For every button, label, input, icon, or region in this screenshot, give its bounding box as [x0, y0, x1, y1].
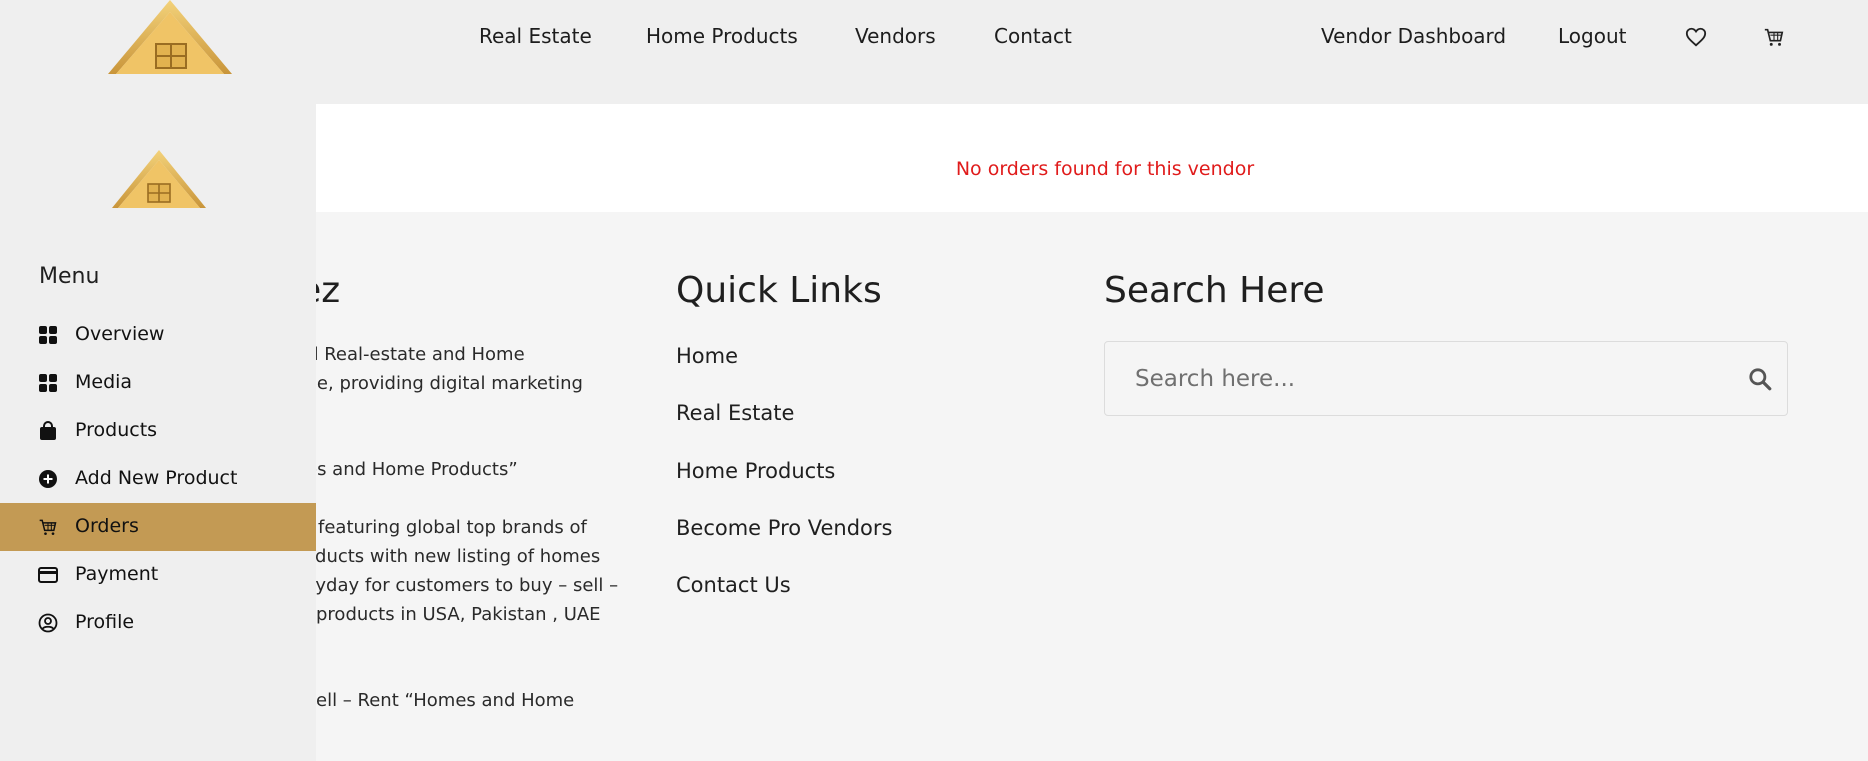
sidebar-item-add-new-product[interactable]: Add New Product: [0, 455, 316, 503]
footer-link-home-products[interactable]: Home Products: [676, 459, 835, 483]
grid-icon: [39, 374, 57, 392]
vendor-sidebar: Menu Overview Media Products Add New Pro…: [0, 104, 316, 761]
heart-icon[interactable]: [1685, 26, 1707, 48]
shopping-bag-icon: [40, 421, 56, 440]
sidebar-item-payment[interactable]: Payment: [0, 551, 316, 599]
nav-vendor-dashboard[interactable]: Vendor Dashboard: [1321, 24, 1506, 48]
sidebar-item-label: Media: [75, 371, 133, 393]
about-line: ryday for customers to buy – sell –: [308, 575, 619, 596]
cart-icon: [39, 519, 57, 535]
footer-link-real-estate[interactable]: Real Estate: [676, 401, 794, 425]
house-logo[interactable]: [104, 0, 236, 76]
about-line: featuring global top brands of: [318, 517, 587, 538]
sidebar-item-products[interactable]: Products: [0, 407, 316, 455]
menu-title: Menu: [39, 264, 100, 289]
nav-logout[interactable]: Logout: [1558, 24, 1626, 48]
nav-vendors[interactable]: Vendors: [855, 24, 936, 48]
about-line: ace, providing digital marketing: [296, 373, 583, 394]
search-icon[interactable]: [1747, 366, 1773, 392]
footer-link-become-pro-vendors[interactable]: Become Pro Vendors: [676, 516, 892, 540]
sidebar-item-label: Orders: [75, 515, 139, 537]
grid-icon: [39, 326, 57, 344]
about-line: ell – Rent “Homes and Home: [316, 690, 575, 711]
about-line: products in USA, Pakistan , UAE: [316, 604, 601, 625]
about-line: ed Real-estate and Home: [296, 344, 525, 365]
sidebar-item-overview[interactable]: Overview: [0, 311, 316, 359]
plus-circle-icon: [39, 470, 57, 488]
footer-link-contact-us[interactable]: Contact Us: [676, 573, 791, 597]
top-navbar: Real Estate Home Products Vendors Contac…: [0, 0, 1868, 104]
sidebar-item-orders[interactable]: Orders: [0, 503, 316, 551]
credit-card-icon: [38, 567, 58, 583]
nav-real-estate[interactable]: Real Estate: [479, 24, 592, 48]
cart-icon[interactable]: [1763, 26, 1785, 48]
footer-link-home[interactable]: Home: [676, 344, 738, 368]
sidebar-item-label: Add New Product: [75, 467, 238, 489]
search-box: [1104, 341, 1788, 416]
house-logo[interactable]: [110, 150, 208, 210]
nav-home-products[interactable]: Home Products: [646, 24, 798, 48]
about-line: oducts with new listing of homes: [304, 546, 601, 567]
nav-contact[interactable]: Contact: [994, 24, 1072, 48]
sidebar-item-media[interactable]: Media: [0, 359, 316, 407]
sidebar-item-label: Products: [75, 419, 158, 441]
user-circle-icon: [38, 613, 58, 633]
search-input[interactable]: [1105, 342, 1715, 415]
sidebar-item-label: Profile: [75, 611, 135, 633]
sidebar-item-profile[interactable]: Profile: [0, 599, 316, 647]
quick-links-heading: Quick Links: [676, 270, 882, 311]
about-line: es and Home Products”: [306, 459, 518, 480]
sidebar-item-label: Overview: [75, 323, 165, 345]
sidebar-item-label: Payment: [75, 563, 159, 585]
search-heading: Search Here: [1104, 270, 1325, 311]
